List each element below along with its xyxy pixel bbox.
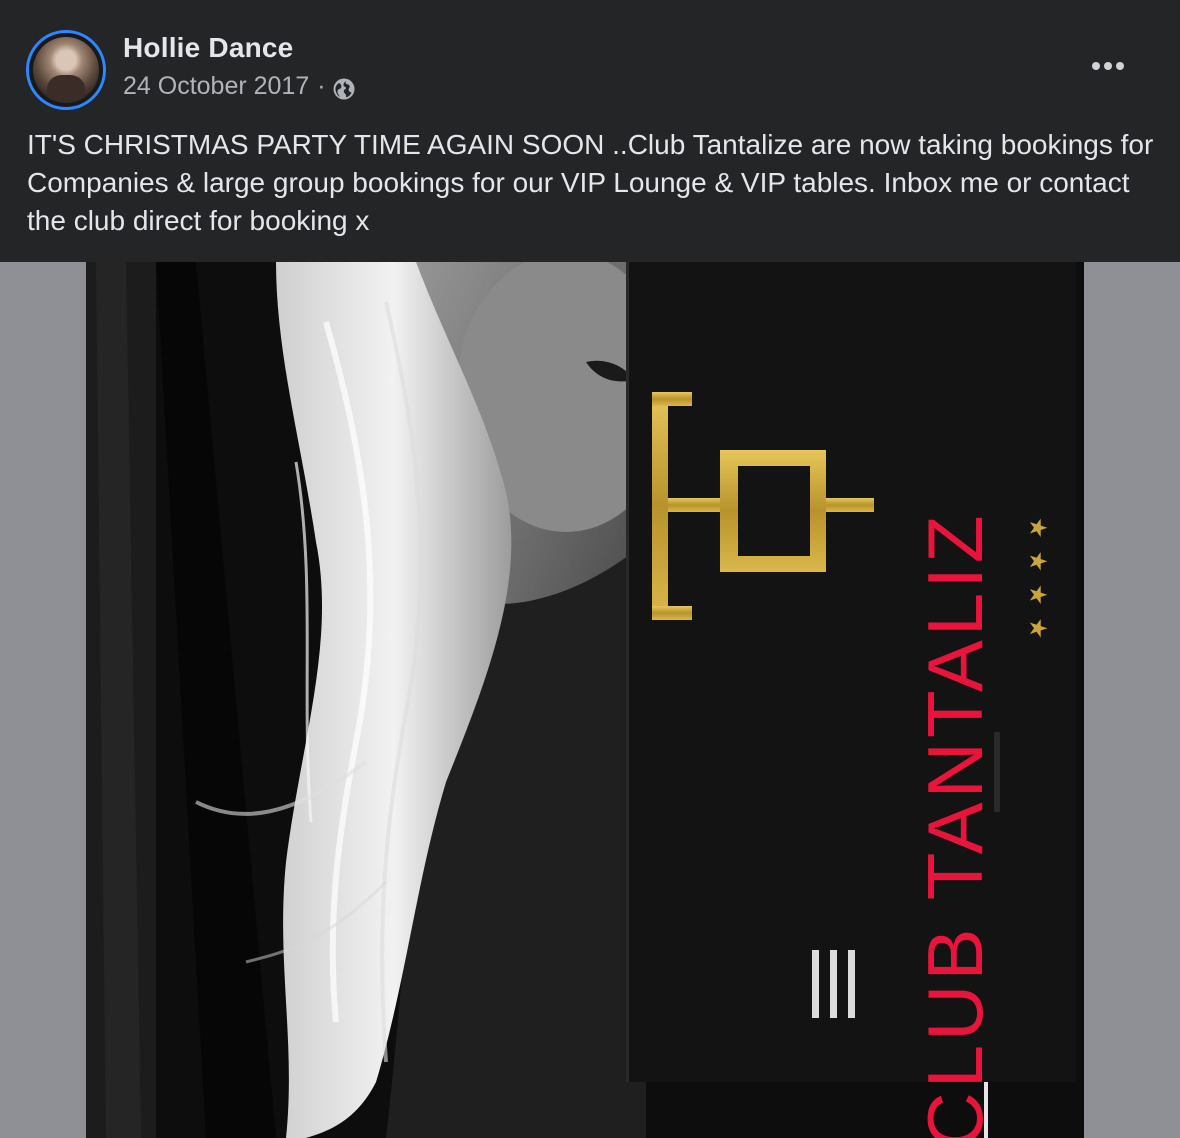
meta-separator: · bbox=[317, 72, 326, 100]
club-rating-stars: ★★★★ bbox=[1024, 517, 1052, 651]
post-photo[interactable]: CLUB TANTALIZ ★★★★ bbox=[86, 262, 1084, 1138]
post-media: CLUB TANTALIZ ★★★★ bbox=[0, 262, 1180, 1138]
globe-icon[interactable] bbox=[332, 77, 356, 101]
author-name[interactable]: Hollie Dance bbox=[123, 32, 293, 64]
post-meta: 24 October 2017 · bbox=[123, 72, 356, 101]
club-sign-text: CLUB TANTALIZ bbox=[911, 511, 999, 1138]
avatar-figure bbox=[47, 75, 85, 103]
post-text: IT'S CHRISTMAS PARTY TIME AGAIN SOON ..C… bbox=[27, 129, 1154, 236]
more-options-button[interactable] bbox=[1080, 48, 1136, 84]
post-header: Hollie Dance 24 October 2017 · IT'S CHRI… bbox=[0, 0, 1180, 262]
club-poster-image: CLUB TANTALIZ ★★★★ bbox=[86, 262, 1084, 1138]
avatar-photo bbox=[33, 37, 99, 103]
author-avatar[interactable] bbox=[26, 30, 106, 110]
post-date[interactable]: 24 October 2017 bbox=[123, 72, 309, 101]
facebook-post: Hollie Dance 24 October 2017 · IT'S CHRI… bbox=[0, 0, 1180, 1138]
more-options-icon bbox=[1092, 62, 1124, 70]
